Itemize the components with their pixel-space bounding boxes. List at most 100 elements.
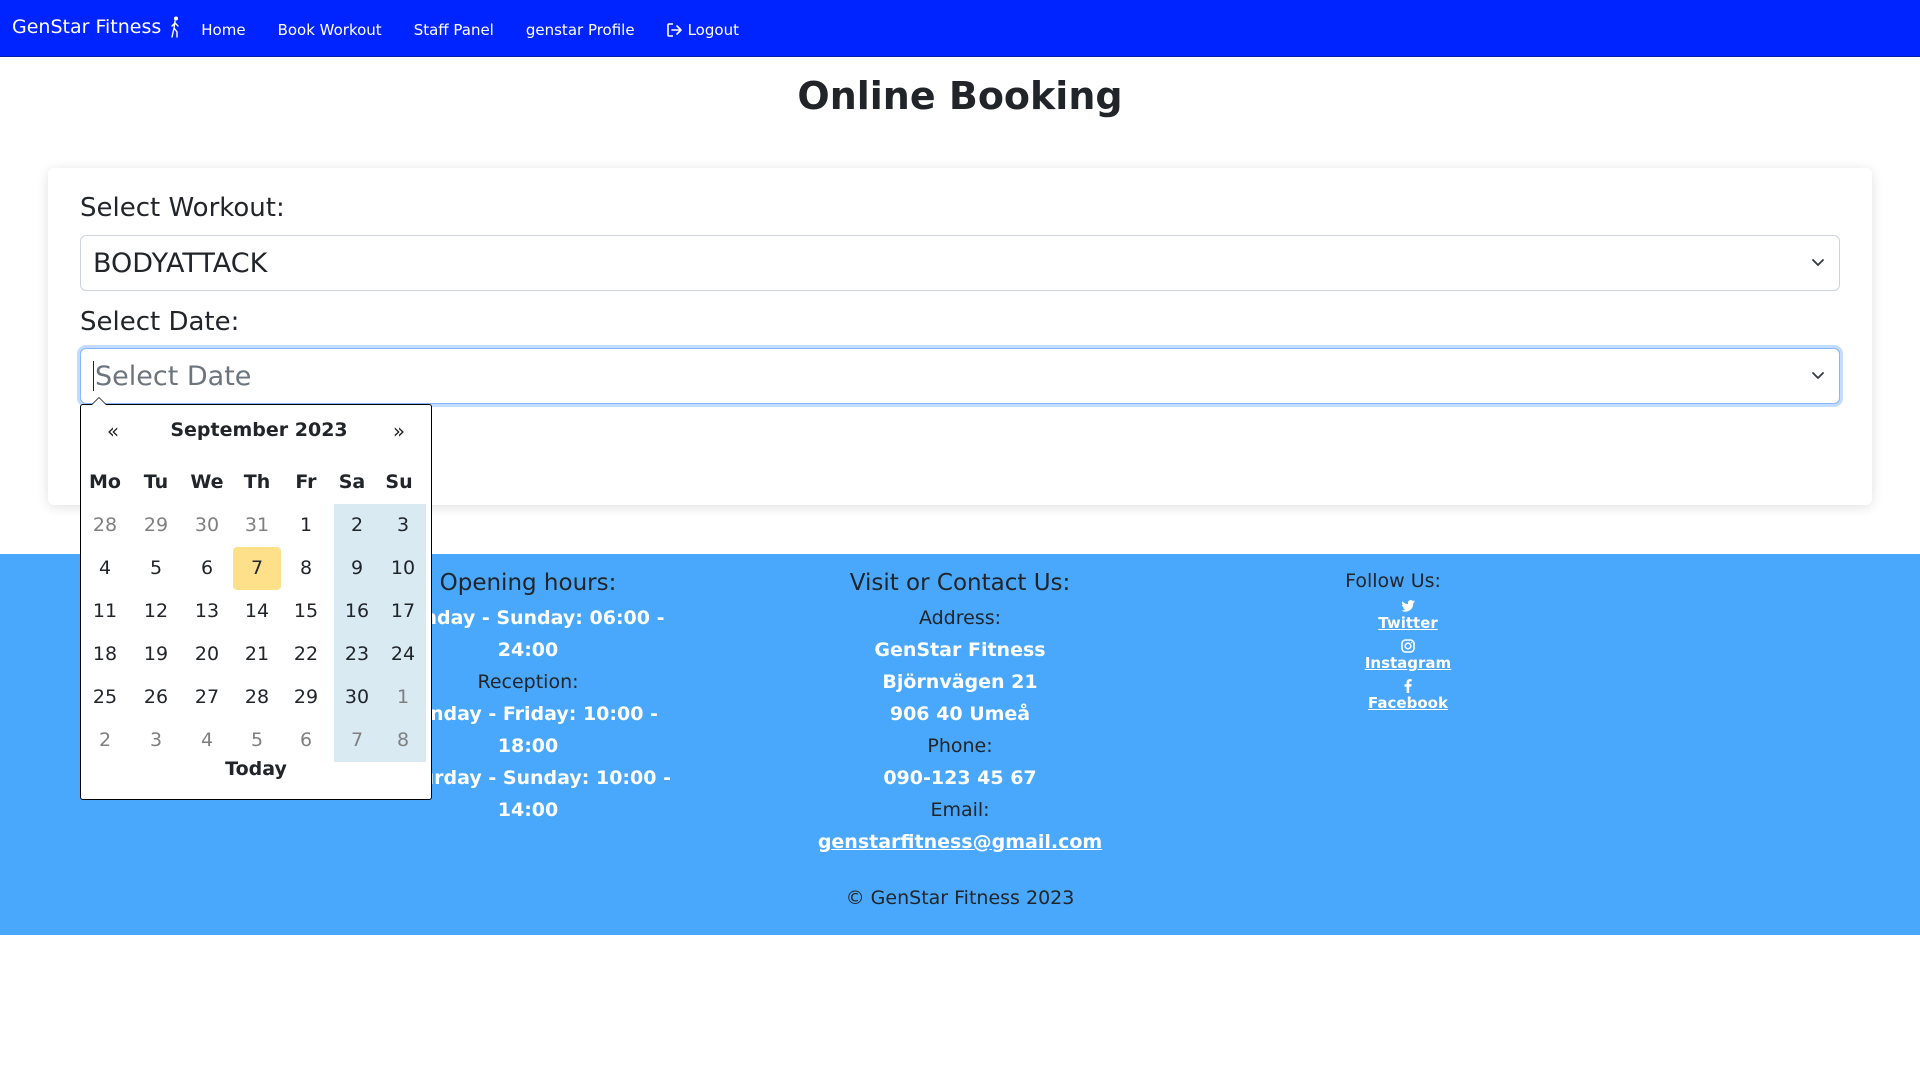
logout-label: Logout (687, 21, 739, 39)
email-label: Email: (930, 799, 990, 821)
calendar-day[interactable]: 24 (380, 633, 426, 676)
calendar-day[interactable]: 8 (380, 719, 426, 762)
weekday-header: Mo (89, 471, 121, 493)
page-title: Online Booking (797, 74, 1123, 118)
calendar-day[interactable]: 14 (233, 590, 281, 633)
address-city: 906 40 Umeå (889, 703, 1031, 725)
nav-logout[interactable]: Logout (666, 21, 739, 39)
calendar-day[interactable]: 26 (132, 676, 180, 719)
runner-icon (171, 16, 179, 38)
nav-profile[interactable]: genstar Profile (526, 21, 635, 39)
nav-staff-panel[interactable]: Staff Panel (414, 21, 494, 39)
instagram-link[interactable]: Instagram (1365, 654, 1451, 672)
weekday-header: Su (385, 471, 413, 493)
calendar-day[interactable]: 29 (282, 676, 330, 719)
calendar-day[interactable]: 11 (81, 590, 129, 633)
facebook-icon (1404, 679, 1412, 693)
datepicker-popup: « September 2023 » Mo Tu We Th Fr Sa Su 28 29 30 3… (80, 397, 432, 800)
calendar-day[interactable]: 31 (233, 504, 281, 547)
datepicker-pointer-inner (92, 398, 106, 405)
weekday-header: Fr (295, 471, 317, 493)
calendar-day[interactable]: 4 (81, 547, 129, 590)
weekday-header: Sa (338, 471, 366, 493)
contact-section: Visit or Contact Us: Address: GenStar Fi… (810, 570, 1110, 858)
next-month-button[interactable]: » (379, 419, 419, 443)
calendar-day[interactable]: 15 (282, 590, 330, 633)
calendar-day[interactable]: 18 (81, 633, 129, 676)
nav-links: Home Book Workout Staff Panel genstar Pr… (201, 21, 771, 39)
calendar-day[interactable]: 27 (183, 676, 231, 719)
date-label: Select Date: (80, 307, 240, 337)
address-street: Björnvägen 21 (882, 671, 1038, 693)
twitter-icon (1401, 600, 1415, 612)
calendar-day[interactable]: 28 (233, 676, 281, 719)
calendar-day[interactable]: 5 (233, 719, 281, 762)
weekday-header: Th (243, 471, 271, 493)
calendar-day[interactable]: 1 (282, 504, 330, 547)
calendar-day[interactable]: 7 (334, 719, 380, 762)
date-select[interactable]: Select Date (80, 348, 1840, 404)
calendar-day[interactable]: 16 (334, 590, 380, 633)
instagram-icon (1401, 639, 1415, 653)
phone-label: Phone: (927, 735, 993, 757)
address-name: GenStar Fitness (874, 639, 1046, 661)
facebook-link[interactable]: Facebook (1368, 694, 1448, 712)
month-title[interactable]: September 2023 (141, 419, 377, 441)
twitter-link[interactable]: Twitter (1378, 614, 1438, 632)
prev-month-button[interactable]: « (93, 419, 133, 443)
calendar-day[interactable]: 30 (334, 676, 380, 719)
text-cursor (93, 361, 94, 391)
nav-book-workout[interactable]: Book Workout (278, 21, 382, 39)
calendar-day[interactable]: 22 (282, 633, 330, 676)
calendar-day[interactable]: 30 (183, 504, 231, 547)
calendar-day[interactable]: 17 (380, 590, 426, 633)
top-navbar: GenStar Fitness Home Book Workout Staff … (0, 0, 1920, 57)
phone-number: 090-123 45 67 (883, 767, 1037, 789)
datepicker-header: « September 2023 » (81, 419, 431, 449)
logout-icon (666, 23, 682, 37)
date-select-placeholder: Select Date (95, 360, 252, 392)
calendar-day[interactable]: 21 (233, 633, 281, 676)
facebook-item: Facebook (1338, 678, 1478, 712)
chevron-down-icon (1812, 259, 1824, 266)
calendar-day[interactable]: 12 (132, 590, 180, 633)
calendar-day[interactable]: 6 (282, 719, 330, 762)
contact-heading: Visit or Contact Us: (849, 570, 1071, 596)
calendar-day[interactable]: 3 (132, 719, 180, 762)
chevron-down-icon (1812, 372, 1824, 379)
calendar-day[interactable]: 19 (132, 633, 180, 676)
nav-home[interactable]: Home (201, 21, 245, 39)
follow-heading: Follow Us: (1345, 570, 1441, 592)
calendar-day[interactable]: 7 (233, 547, 281, 590)
twitter-item: Twitter (1338, 598, 1478, 632)
calendar-day[interactable]: 8 (282, 547, 330, 590)
today-button[interactable]: Today (81, 758, 431, 780)
brand-name: GenStar Fitness (12, 16, 162, 38)
calendar-day[interactable]: 9 (334, 547, 380, 590)
calendar-day[interactable]: 6 (183, 547, 231, 590)
calendar-day[interactable]: 29 (132, 504, 180, 547)
calendar-day[interactable]: 2 (81, 719, 129, 762)
instagram-item: Instagram (1338, 638, 1478, 672)
brand-link[interactable]: GenStar Fitness (12, 16, 181, 38)
social-section: Follow Us: Twitter Instagram Facebook (1308, 570, 1478, 718)
calendar-day[interactable]: 1 (380, 676, 426, 719)
copyright: © GenStar Fitness 2023 (845, 887, 1075, 909)
calendar-day[interactable]: 2 (334, 504, 380, 547)
calendar-day[interactable]: 5 (132, 547, 180, 590)
weekday-header: We (190, 471, 224, 493)
calendar-day[interactable]: 20 (183, 633, 231, 676)
calendar-day[interactable]: 3 (380, 504, 426, 547)
address-label: Address: (918, 607, 1002, 629)
workout-label: Select Workout: (80, 193, 285, 223)
calendar-day[interactable]: 23 (334, 633, 380, 676)
calendar-day[interactable]: 4 (183, 719, 231, 762)
workout-select[interactable]: BODYATTACK (80, 235, 1840, 291)
calendar-day[interactable]: 13 (183, 590, 231, 633)
email-link[interactable]: genstarfitness@gmail.com (818, 831, 1102, 853)
calendar-day[interactable]: 10 (380, 547, 426, 590)
weekday-header: Tu (143, 471, 169, 493)
workout-select-value: BODYATTACK (93, 247, 268, 279)
calendar-day[interactable]: 25 (81, 676, 129, 719)
calendar-day[interactable]: 28 (81, 504, 129, 547)
